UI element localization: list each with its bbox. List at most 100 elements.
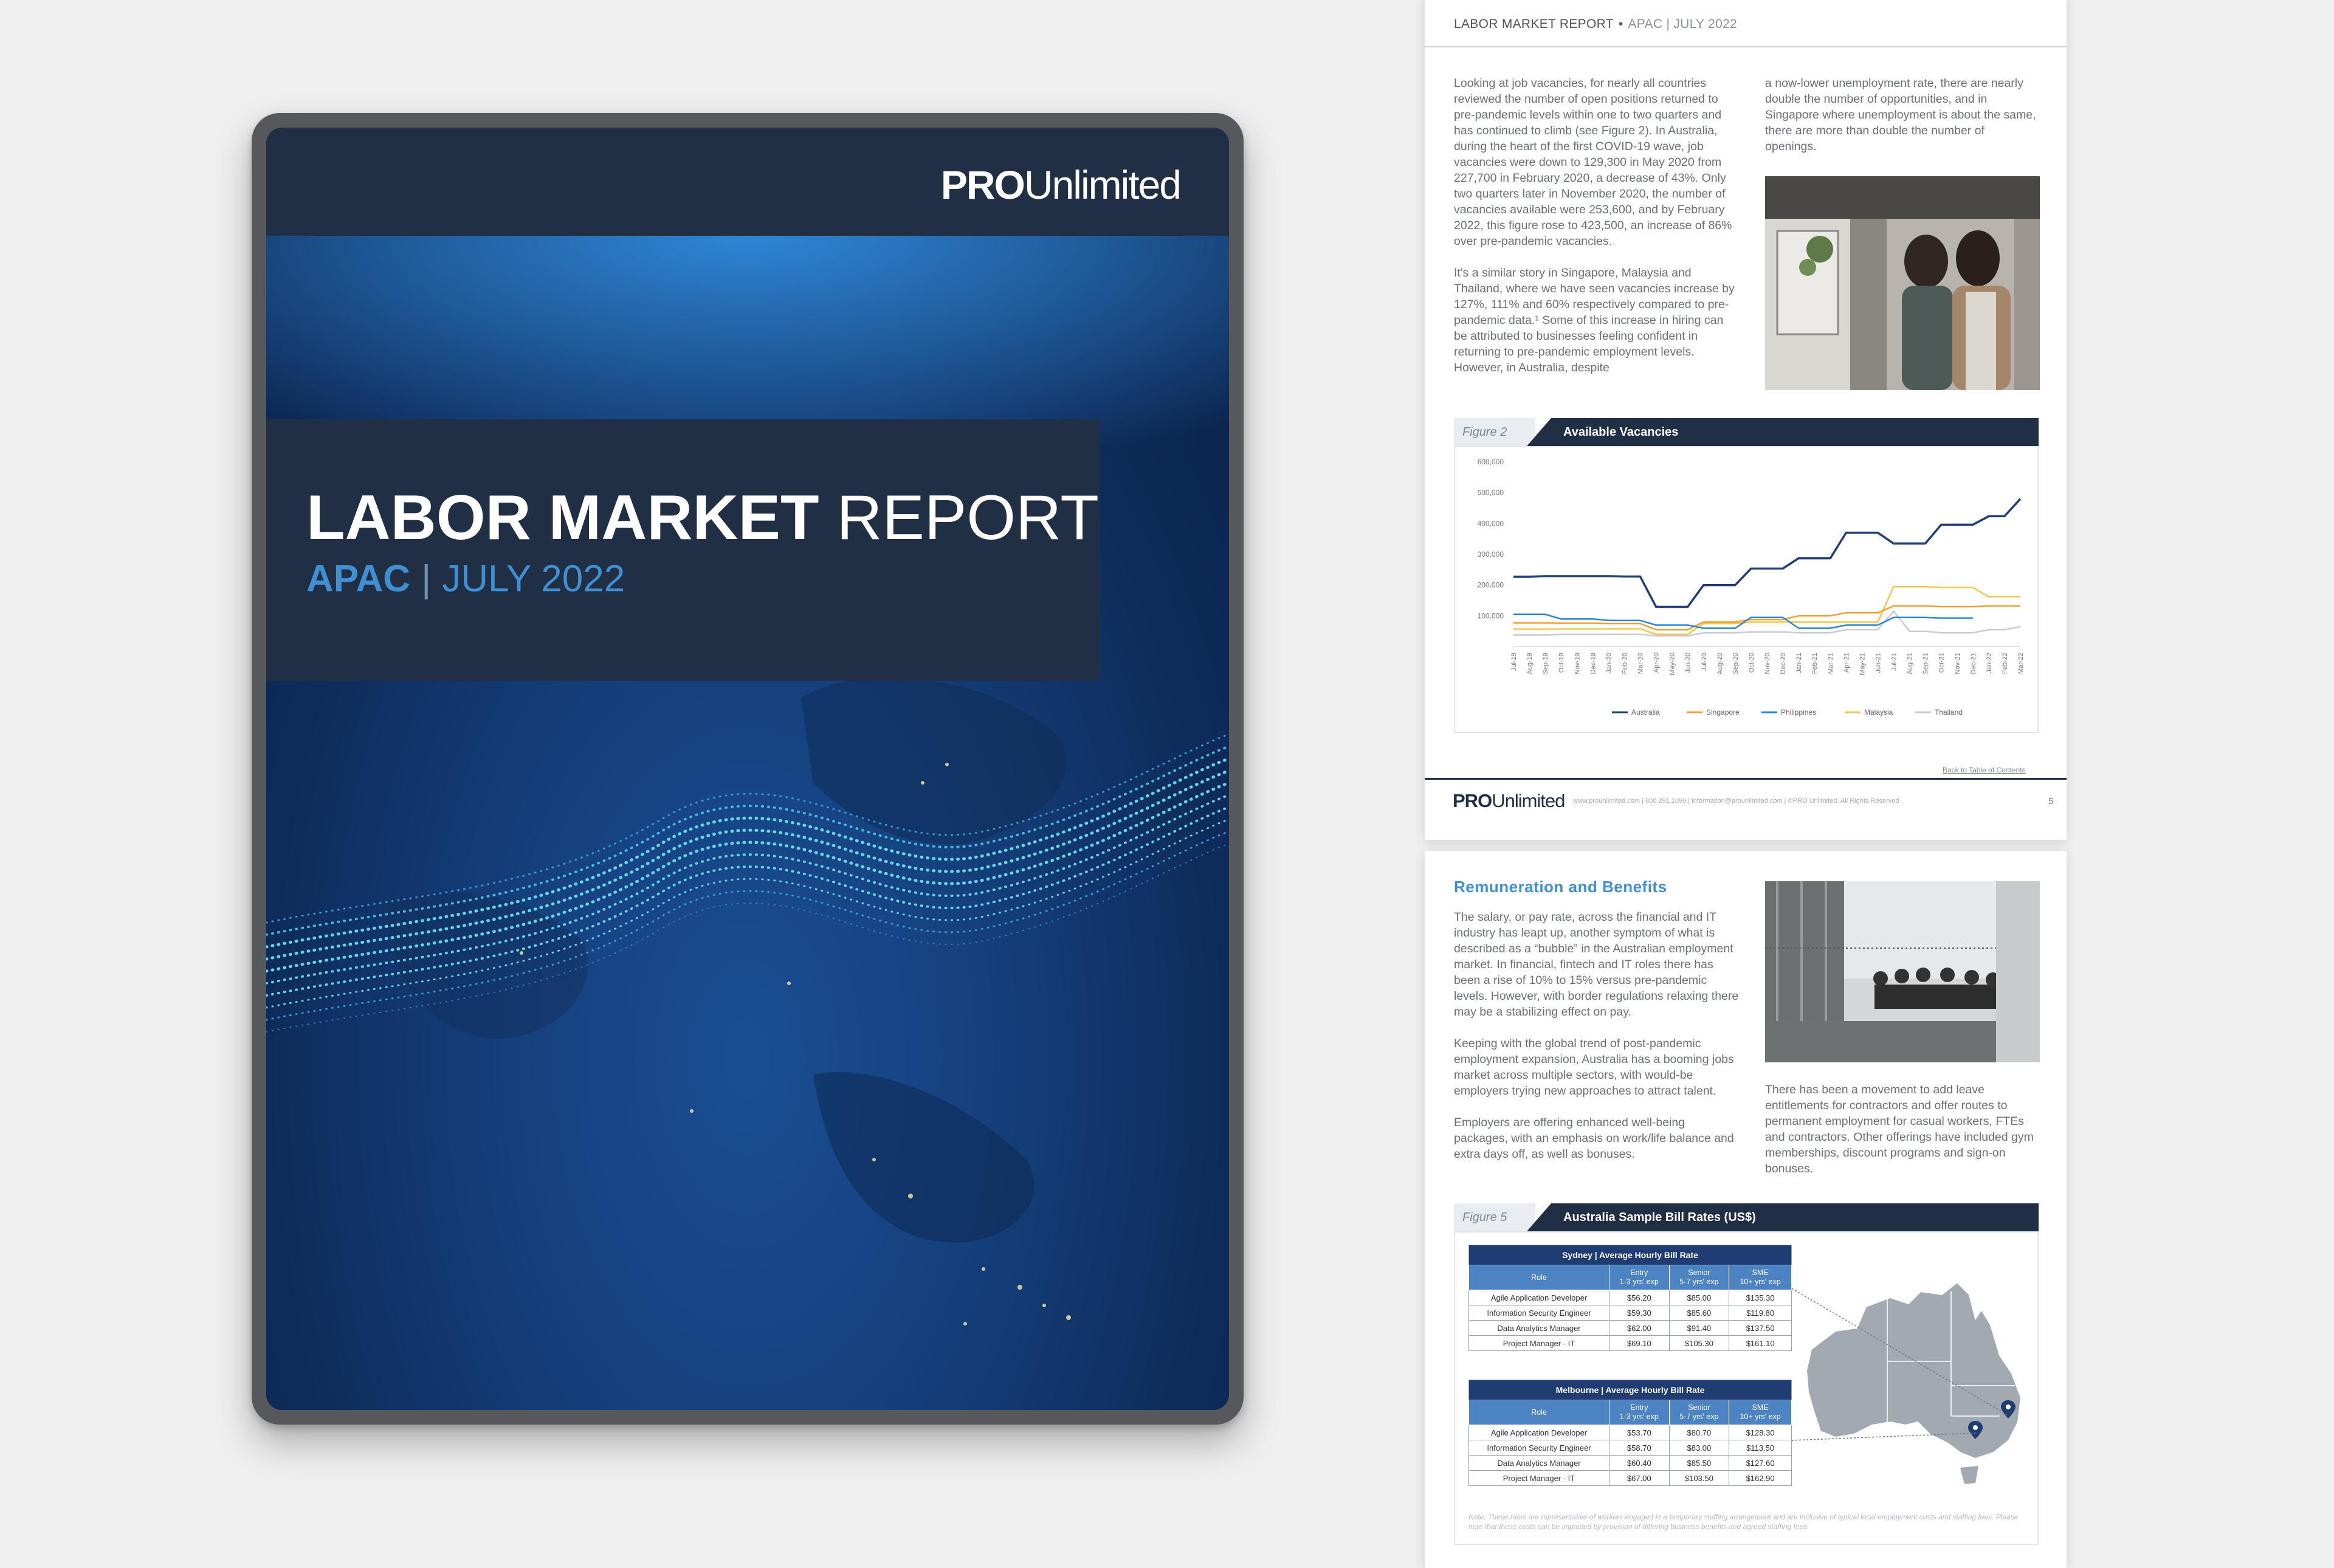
x-tick-label: Mar-21 bbox=[1827, 653, 1834, 674]
rate-cell: $113.50 bbox=[1729, 1440, 1792, 1456]
paragraph: Looking at job vacancies, for nearly all… bbox=[1454, 77, 1732, 248]
x-tick-label: Mar-22 bbox=[2017, 653, 2025, 674]
figure-note: Note: These rates are representative of … bbox=[1468, 1513, 2019, 1531]
rate-cell: $62.00 bbox=[1609, 1320, 1670, 1336]
cover-earth-image bbox=[266, 236, 1229, 1410]
page-number: 5 bbox=[2048, 796, 2054, 806]
body-column-2: a now-lower unemployment rate, there are… bbox=[1765, 75, 2039, 170]
x-tick-label: May-20 bbox=[1669, 653, 1676, 675]
body-column-1: Looking at job vacancies, for nearly all… bbox=[1454, 75, 1740, 391]
rate-cell: $103.50 bbox=[1668, 1470, 1730, 1486]
x-tick-label: Aug-19 bbox=[1526, 653, 1534, 674]
x-tick-label: Jul-20 bbox=[1701, 653, 1708, 671]
series-line-australia bbox=[1513, 498, 2022, 608]
rate-cell: $127.60 bbox=[1729, 1455, 1792, 1471]
paragraph: The salary, or pay rate, across the fina… bbox=[1454, 910, 1739, 1019]
x-tick-label: Aug-20 bbox=[1716, 653, 1724, 674]
connector-lines bbox=[1791, 1288, 2008, 1441]
rate-cell: $85.00 bbox=[1668, 1290, 1730, 1305]
header-rule bbox=[1425, 46, 2067, 47]
paragraph: a now-lower unemployment rate, there are… bbox=[1765, 77, 2036, 153]
tablet-device: PROUnlimited LABOR MARKET REPORT APAC | … bbox=[252, 113, 1244, 1425]
rate-cell: $128.30 bbox=[1729, 1425, 1792, 1440]
table-row: Data Analytics Manager $62.00 $91.40 $137.5… bbox=[1468, 1320, 1792, 1336]
column-header: Entry 1-3 yrs' exp bbox=[1609, 1400, 1670, 1425]
legend-label-thailand: Thailand bbox=[1935, 708, 1963, 717]
x-tick-label: Apr-20 bbox=[1653, 653, 1661, 673]
figure-label: Figure 2 bbox=[1454, 418, 1535, 446]
x-tick-label: Oct-19 bbox=[1558, 653, 1565, 673]
x-tick-label: Dec-20 bbox=[1780, 653, 1787, 674]
figure-title: Australia Sample Bill Rates (US$) bbox=[1527, 1203, 2039, 1231]
x-tick-label: Sep-21 bbox=[1923, 653, 1930, 674]
table-row: Information Security Engineer $58.70 $83.0… bbox=[1468, 1440, 1792, 1456]
cover-subtitle: APAC | JULY 2022 bbox=[306, 558, 625, 600]
column-header: Role bbox=[1468, 1400, 1609, 1425]
table-caption: Melbourne | Average Hourly Bill Rate bbox=[1468, 1380, 1792, 1400]
x-tick-label: Jun-21 bbox=[1874, 653, 1882, 673]
running-header: LABOR MARKET REPORT • APAC | JULY 2022 bbox=[1454, 17, 1738, 31]
x-tick-label: Aug-21 bbox=[1907, 653, 1914, 674]
body-column-1: The salary, or pay rate, across the fina… bbox=[1454, 909, 1740, 1178]
column-header: Senior 5-7 yrs' exp bbox=[1668, 1265, 1730, 1290]
table-row: Agile Application Developer $56.20 $85.00 $… bbox=[1468, 1290, 1792, 1305]
figure-title: Available Vacancies bbox=[1527, 418, 2039, 446]
x-tick-label: Feb-20 bbox=[1621, 653, 1628, 674]
legend-label-australia: Australia bbox=[1631, 708, 1660, 717]
x-tick-label: Jul-19 bbox=[1510, 653, 1518, 671]
column-header: Entry 1-3 yrs' exp bbox=[1609, 1265, 1670, 1290]
cover-top-bar: PROUnlimited bbox=[266, 128, 1229, 236]
role-cell: Project Manager - IT bbox=[1468, 1335, 1609, 1351]
x-tick-label: Dec-21 bbox=[1970, 653, 1977, 674]
table-row: Information Security Engineer $59.30 $85.6… bbox=[1468, 1305, 1792, 1321]
rate-cell: $85.60 bbox=[1668, 1305, 1730, 1321]
table-caption: Sydney | Average Hourly Bill Rate bbox=[1468, 1245, 1792, 1265]
cover-logo: PROUnlimited bbox=[940, 162, 1182, 207]
y-tick-label: 300,000 bbox=[1478, 550, 1504, 559]
rate-cell: $69.10 bbox=[1609, 1335, 1670, 1351]
x-tick-label: Dec-19 bbox=[1589, 653, 1597, 674]
x-tick-label: Mar-20 bbox=[1637, 653, 1645, 674]
rate-cell: $60.40 bbox=[1609, 1455, 1670, 1471]
legend-label-singapore: Singapore bbox=[1706, 708, 1740, 717]
footer-logo: PROUnlimited bbox=[1453, 790, 1565, 811]
figure-5-header: Figure 5 Australia Sample Bill Rates (US… bbox=[1454, 1203, 2039, 1231]
back-to-toc-link[interactable]: Back to Table of Contents bbox=[1943, 766, 2026, 774]
x-tick-label: Sep-19 bbox=[1542, 653, 1549, 674]
x-tick-label: Nov-20 bbox=[1764, 653, 1771, 674]
available-vacancies-chart: 100,000 200,000 300,000 400,000 500,000 600,0… bbox=[1478, 458, 2025, 717]
rate-cell: $85.50 bbox=[1668, 1455, 1730, 1471]
footer-rule bbox=[1425, 778, 2067, 780]
x-tick-label: Nov-21 bbox=[1954, 653, 1961, 674]
rate-cell: $135.30 bbox=[1729, 1290, 1792, 1305]
y-tick-label: 600,000 bbox=[1478, 458, 1504, 466]
role-cell: Data Analytics Manager bbox=[1468, 1320, 1609, 1336]
column-header: Role bbox=[1468, 1265, 1609, 1290]
legend-label-philippines: Philippines bbox=[1781, 708, 1816, 717]
rate-cell: $53.70 bbox=[1609, 1425, 1670, 1440]
rate-cell: $59.30 bbox=[1609, 1305, 1670, 1321]
x-tick-label: Jan-20 bbox=[1605, 653, 1613, 673]
sydney-rate-table: Sydney | Average Hourly Bill Rate Role E… bbox=[1468, 1245, 1792, 1351]
footer-contact: www.prounlimited.com | 800.291.1099 | in… bbox=[1573, 797, 1899, 805]
x-tick-label: Jul-21 bbox=[1891, 653, 1898, 671]
role-cell: Project Manager - IT bbox=[1468, 1470, 1609, 1486]
y-tick-label: 100,000 bbox=[1478, 611, 1504, 620]
role-cell: Agile Application Developer bbox=[1468, 1290, 1609, 1305]
rate-cell: $56.20 bbox=[1609, 1290, 1670, 1305]
meeting-room-photo bbox=[1765, 881, 2040, 1062]
x-tick-label: Apr-21 bbox=[1843, 653, 1850, 673]
column-header: Senior 5-7 yrs' exp bbox=[1668, 1400, 1730, 1425]
series-line-malaysia bbox=[1513, 585, 2020, 635]
report-page-remuneration: Remuneration and Benefits The salary, or… bbox=[1425, 851, 2067, 1568]
figure-2-frame: 100,000 200,000 300,000 400,000 500,000 600,0… bbox=[1454, 446, 2039, 733]
rate-cell: $105.30 bbox=[1668, 1335, 1730, 1351]
rate-cell: $58.70 bbox=[1609, 1440, 1670, 1456]
y-tick-label: 500,000 bbox=[1478, 489, 1504, 497]
x-tick-label: Jan-22 bbox=[1986, 653, 1993, 673]
cover-page: PROUnlimited LABOR MARKET REPORT APAC | … bbox=[266, 128, 1229, 1410]
x-tick-label: Nov-19 bbox=[1574, 653, 1581, 674]
role-cell: Information Security Engineer bbox=[1468, 1440, 1609, 1456]
x-tick-label: Feb-22 bbox=[2002, 653, 2009, 674]
section-title: Remuneration and Benefits bbox=[1454, 878, 1667, 896]
